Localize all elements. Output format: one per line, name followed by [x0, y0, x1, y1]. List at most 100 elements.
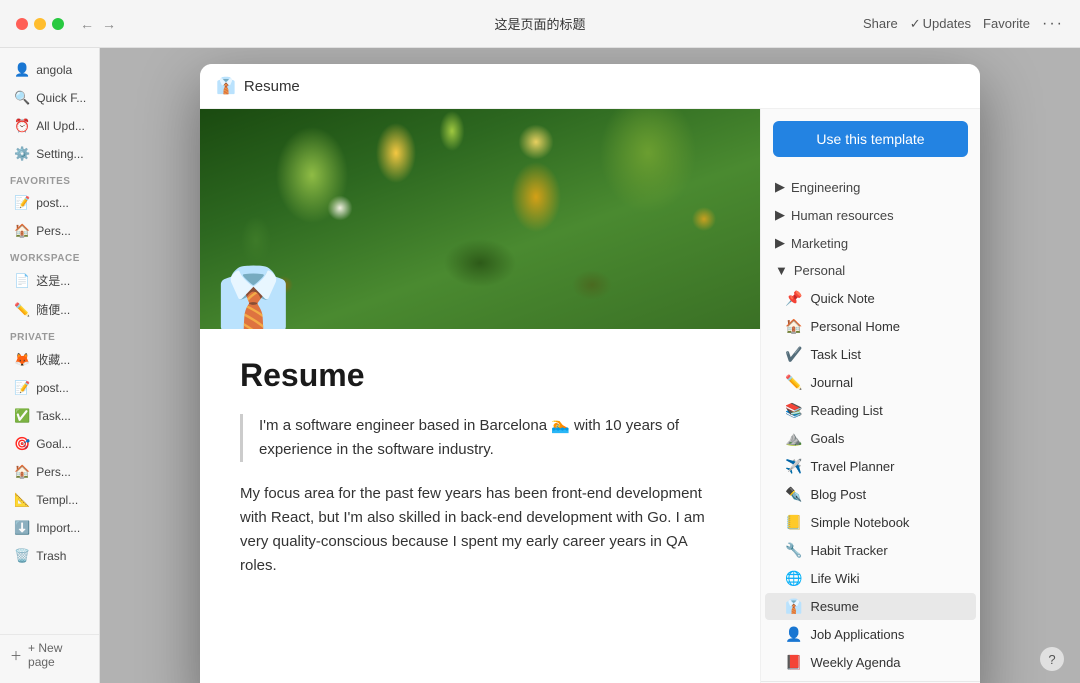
- sidebar-item-pers2[interactable]: 🏠 Pers...: [4, 459, 95, 485]
- sidebar-item-trash[interactable]: 🗑️ Trash: [4, 543, 95, 569]
- content-area: 👔 Resume 👔 Resume: [100, 48, 1080, 683]
- updates-button[interactable]: ✓ Updates: [910, 16, 971, 32]
- notebook-icon: 📒: [785, 514, 802, 531]
- wiki-icon: 🌐: [785, 570, 802, 587]
- sidebar-item-post1[interactable]: 📝 post...: [4, 190, 95, 216]
- titlebar: ← → 这是页面的标题 Share ✓ Updates Favorite ···: [0, 0, 1080, 48]
- target-icon: 🎯: [14, 436, 30, 452]
- travel-icon: ✈️: [785, 458, 802, 475]
- template-item-personal-home[interactable]: 🏠 Personal Home: [765, 313, 976, 340]
- template-item-habit-tracker[interactable]: 🔧 Habit Tracker: [765, 537, 976, 564]
- modal-main-content: Resume I'm a software engineer based in …: [200, 329, 760, 608]
- plus-icon: ＋: [10, 647, 22, 664]
- sidebar-item-task[interactable]: ✅ Task...: [4, 403, 95, 429]
- marketing-arrow-icon: ▶: [775, 235, 785, 251]
- template-item-blog-post[interactable]: ✒️ Blog Post: [765, 481, 976, 508]
- sidebar-item-all-updates[interactable]: ⏰ All Upd...: [4, 113, 95, 139]
- blockquote-text: I'm a software engineer based in Barcelo…: [259, 414, 720, 462]
- import-icon: ⬇️: [14, 520, 30, 536]
- template-item-job-applications[interactable]: 👤 Job Applications: [765, 621, 976, 648]
- sidebar-item-page1[interactable]: 📄 这是...: [4, 267, 95, 294]
- share-button[interactable]: Share: [863, 16, 898, 31]
- journal-icon: ✏️: [785, 374, 802, 391]
- traffic-lights: [16, 18, 64, 30]
- category-human-resources[interactable]: ▶ Human resources: [761, 201, 980, 229]
- home2-icon: 🏠: [14, 464, 30, 480]
- search-icon: 🔍: [14, 90, 30, 106]
- workspace-label: WORKSPACE: [0, 245, 99, 266]
- template-item-goals[interactable]: ⛰️ Goals: [765, 425, 976, 452]
- category-engineering[interactable]: ▶ Engineering: [761, 173, 980, 201]
- close-button[interactable]: [16, 18, 28, 30]
- task-list-icon: ✔️: [785, 346, 802, 363]
- template-item-life-wiki[interactable]: 🌐 Life Wiki: [765, 565, 976, 592]
- quick-note-icon: 📌: [785, 290, 802, 307]
- maximize-button[interactable]: [52, 18, 64, 30]
- resume-icon: 👔: [785, 598, 802, 615]
- modal-header-icon: 👔: [216, 76, 236, 96]
- new-page-button[interactable]: ＋ + New page: [0, 634, 99, 675]
- clock-icon: ⏰: [14, 118, 30, 134]
- sidebar-item-templates[interactable]: 📐 Templ...: [4, 487, 95, 513]
- page-icon: 📄: [14, 273, 30, 289]
- resume-body-text: My focus area for the past few years has…: [240, 482, 720, 578]
- template-modal: 👔 Resume 👔 Resume: [200, 64, 980, 683]
- template-item-simple-notebook[interactable]: 📒 Simple Notebook: [765, 509, 976, 536]
- sidebar-workspace-name[interactable]: 👤 angola: [4, 57, 95, 83]
- reading-list-icon: 📚: [785, 402, 802, 419]
- sidebar-item-import[interactable]: ⬇️ Import...: [4, 515, 95, 541]
- engineering-arrow-icon: ▶: [775, 179, 785, 195]
- sidebar-item-shou[interactable]: 🦊 收藏...: [4, 346, 95, 373]
- favorite-button[interactable]: Favorite: [983, 16, 1030, 31]
- personal-home-icon: 🏠: [785, 318, 802, 335]
- back-icon[interactable]: ←: [80, 16, 94, 32]
- more-options-button[interactable]: ···: [1042, 15, 1064, 33]
- fox-icon: 🦊: [14, 352, 30, 368]
- resume-blockquote: I'm a software engineer based in Barcelo…: [240, 414, 720, 462]
- right-panel-categories: ▶ Engineering ▶ Human resources ▶ Market…: [761, 169, 980, 681]
- trash-icon: 🗑️: [14, 548, 30, 564]
- personal-arrow-icon: ▼: [775, 263, 788, 278]
- sidebar-item-settings[interactable]: ⚙️ Setting...: [4, 141, 95, 167]
- minimize-button[interactable]: [34, 18, 46, 30]
- template-item-resume[interactable]: 👔 Resume: [765, 593, 976, 620]
- check-icon: ✅: [14, 408, 30, 424]
- gear-icon: ⚙️: [14, 146, 30, 162]
- private-label: PRIVATE: [0, 324, 99, 345]
- pencil-icon: 📝: [14, 195, 30, 211]
- edit-icon: ✏️: [14, 302, 30, 318]
- category-personal[interactable]: ▼ Personal: [761, 257, 980, 284]
- resume-emoji: 👔: [216, 269, 291, 329]
- blog-icon: ✒️: [785, 486, 802, 503]
- modal-overlay: 👔 Resume 👔 Resume: [100, 48, 1080, 683]
- template-item-quick-note[interactable]: 📌 Quick Note: [765, 285, 976, 312]
- sidebar-item-quick-find[interactable]: 🔍 Quick F...: [4, 85, 95, 111]
- favorites-label: FAVORITES: [0, 168, 99, 189]
- sidebar-item-pers1[interactable]: 🏠 Pers...: [4, 218, 95, 244]
- job-icon: 👤: [785, 626, 802, 643]
- category-marketing[interactable]: ▶ Marketing: [761, 229, 980, 257]
- help-button[interactable]: ?: [1040, 647, 1064, 671]
- modal-left-content: 👔 Resume I'm a software engineer based i…: [200, 109, 760, 683]
- template-item-weekly-agenda[interactable]: 📕 Weekly Agenda: [765, 649, 976, 676]
- sidebar: 👤 angola 🔍 Quick F... ⏰ All Upd... ⚙️ Se…: [0, 48, 100, 683]
- forward-icon[interactable]: →: [102, 16, 116, 32]
- modal-header: 👔 Resume: [200, 64, 980, 109]
- use-template-button[interactable]: Use this template: [773, 121, 968, 157]
- template-item-journal[interactable]: ✏️ Journal: [765, 369, 976, 396]
- hr-arrow-icon: ▶: [775, 207, 785, 223]
- page-title: 这是页面的标题: [494, 14, 585, 33]
- template-item-task-list[interactable]: ✔️ Task List: [765, 341, 976, 368]
- nav-arrows[interactable]: ← →: [80, 16, 116, 32]
- sidebar-item-goals[interactable]: 🎯 Goal...: [4, 431, 95, 457]
- template-item-reading-list[interactable]: 📚 Reading List: [765, 397, 976, 424]
- goals-icon: ⛰️: [785, 430, 802, 447]
- resume-page-title: Resume: [240, 357, 720, 394]
- sidebar-item-post2[interactable]: 📝 post...: [4, 375, 95, 401]
- template-item-travel-planner[interactable]: ✈️ Travel Planner: [765, 453, 976, 480]
- home-icon: 🏠: [14, 223, 30, 239]
- pencil2-icon: 📝: [14, 380, 30, 396]
- agenda-icon: 📕: [785, 654, 802, 671]
- sidebar-item-random[interactable]: ✏️ 随便...: [4, 296, 95, 323]
- modal-body: 👔 Resume I'm a software engineer based i…: [200, 109, 980, 683]
